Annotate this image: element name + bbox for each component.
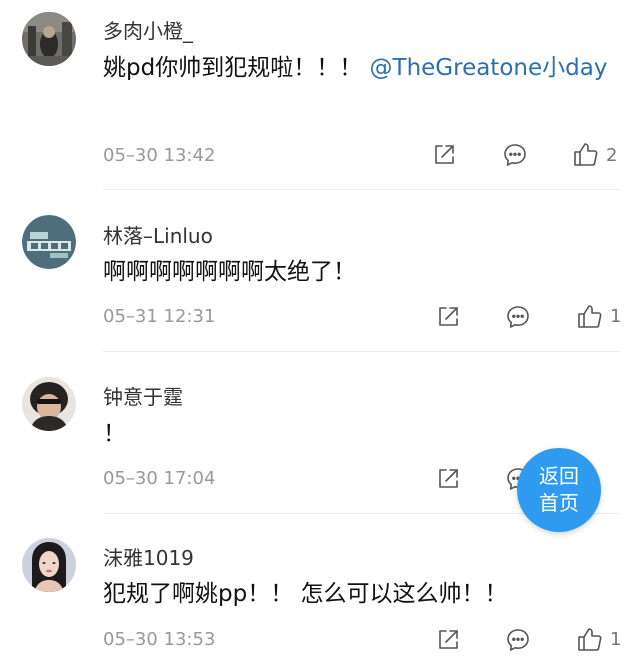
share-icon[interactable] xyxy=(436,628,460,656)
username[interactable]: 林落–Linluo xyxy=(103,220,213,249)
back-to-home-button[interactable]: 返回 首页 xyxy=(517,448,601,532)
timestamp: 05–31 12:31 xyxy=(103,306,216,327)
back-to-home-label-line2: 首页 xyxy=(539,491,579,515)
like-icon[interactable] xyxy=(576,303,604,333)
back-to-home-label-line1: 返回 xyxy=(539,464,579,488)
comment-text: 姚pd你帅到犯规啦！！！ @TheGreatone小day xyxy=(103,48,616,88)
comment-text: 犯规了啊姚pp！！ 怎么可以这么帅！！ xyxy=(103,581,508,607)
like-count: 2 xyxy=(606,145,618,166)
avatar[interactable] xyxy=(22,215,76,269)
timestamp: 05–30 13:53 xyxy=(103,629,216,650)
comment-text: 啊啊啊啊啊啊啊太绝了！ xyxy=(103,259,356,285)
username[interactable]: 多肉小橙_ xyxy=(103,15,193,44)
share-icon[interactable] xyxy=(436,305,460,333)
timestamp: 05–30 17:04 xyxy=(103,468,216,489)
comment-icon[interactable] xyxy=(502,142,528,172)
avatar[interactable] xyxy=(22,377,76,431)
timestamp: 05–30 13:42 xyxy=(103,145,216,166)
comment-item: 林落–Linluo 啊啊啊啊啊啊啊太绝了！ 05–31 12:31 1 xyxy=(0,190,640,352)
like-count: 1 xyxy=(610,306,622,327)
like-icon[interactable] xyxy=(576,626,604,656)
comment-text: ！ xyxy=(103,421,126,447)
comment-item: 沫雅1019 犯规了啊姚pp！！ 怎么可以这么帅！！ 05–30 13:53 1 xyxy=(0,514,640,664)
comment-icon[interactable] xyxy=(505,304,531,334)
comment-text-body: 姚pd你帅到犯规啦！！！ xyxy=(103,55,363,81)
like-icon[interactable] xyxy=(572,141,600,171)
share-icon[interactable] xyxy=(436,467,460,495)
share-icon[interactable] xyxy=(432,143,456,171)
like-count: 1 xyxy=(610,629,622,650)
username[interactable]: 钟意于霆 xyxy=(103,381,183,410)
mention-link[interactable]: @TheGreatone小day xyxy=(370,55,608,81)
avatar[interactable] xyxy=(22,538,76,592)
avatar[interactable] xyxy=(22,12,76,66)
username[interactable]: 沫雅1019 xyxy=(103,542,194,571)
comment-icon[interactable] xyxy=(505,627,531,657)
comment-item: 多肉小橙_ 姚pd你帅到犯规啦！！！ @TheGreatone小day 05–3… xyxy=(0,0,640,166)
